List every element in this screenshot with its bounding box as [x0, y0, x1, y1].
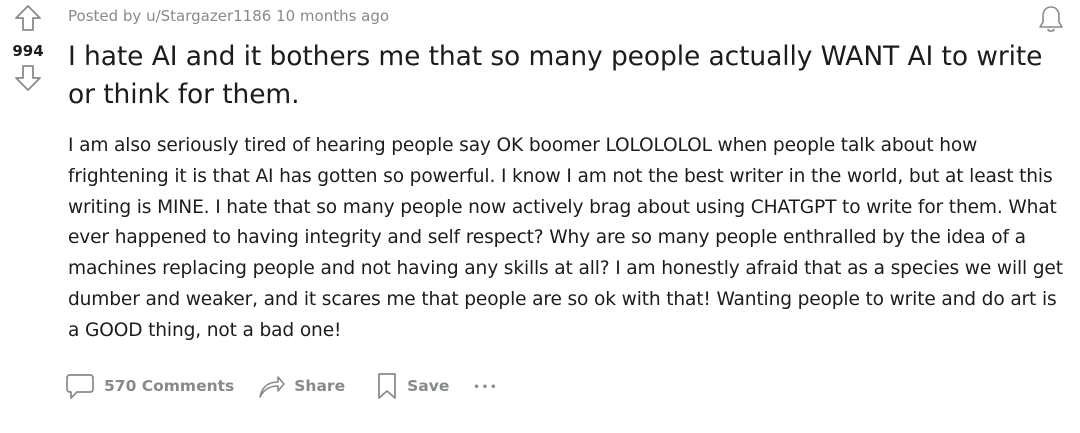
post-body: I am also seriously tired of hearing peo…: [68, 135, 1063, 341]
share-label: Share: [294, 377, 346, 395]
save-button[interactable]: Save: [375, 366, 449, 406]
bookmark-icon: [378, 373, 396, 399]
more-dots-icon: •••: [473, 381, 499, 393]
more-options-button[interactable]: •••: [473, 365, 498, 407]
share-button[interactable]: Share: [256, 366, 345, 406]
downvote-button[interactable]: [8, 62, 48, 94]
comments-button[interactable]: 570 Comments: [64, 366, 234, 406]
post-action-bar: 570 Comments Share Save •••: [64, 366, 499, 406]
notification-bell-button[interactable]: [1036, 4, 1066, 34]
vote-score: 994: [12, 42, 44, 60]
upvote-button[interactable]: [8, 2, 48, 34]
post-title[interactable]: I hate AI and it bothers me that so many…: [68, 38, 1063, 114]
share-arrow-icon: [259, 376, 286, 398]
save-label: Save: [407, 377, 450, 395]
comments-label: 570 Comments: [104, 377, 235, 395]
comment-bubble-icon: [66, 374, 94, 399]
bell-icon: [1039, 6, 1063, 32]
vote-column: 994: [0, 0, 56, 94]
arrow-down-icon: [15, 65, 41, 91]
post-meta: Posted by u/Stargazer1186 10 months ago: [68, 7, 390, 25]
arrow-up-icon: [15, 5, 41, 31]
